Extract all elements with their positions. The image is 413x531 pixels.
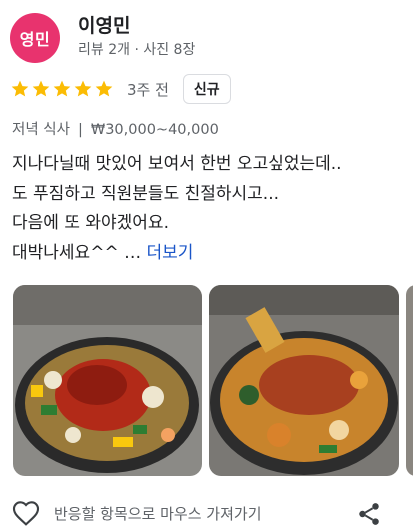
food-photo-icon bbox=[406, 285, 413, 476]
reviewer-meta: 리뷰 2개 · 사진 8장 bbox=[78, 42, 196, 58]
share-icon[interactable] bbox=[356, 501, 382, 527]
review-line: 대박나세요^^ … bbox=[12, 242, 147, 263]
review-actions: 반응할 항목으로 마우스 가져가기 bbox=[10, 496, 400, 530]
star-icon bbox=[32, 80, 50, 97]
meal-type: 저녁 식사 bbox=[12, 122, 70, 138]
review-line: 도 푸짐하고 직원분들도 친절하시고... bbox=[12, 183, 280, 204]
visit-details: 저녁 식사 | ₩30,000~40,000 bbox=[12, 118, 219, 139]
details-separator: | bbox=[77, 122, 83, 138]
star-rating bbox=[10, 79, 114, 99]
review-photo[interactable] bbox=[209, 285, 399, 476]
avatar-initials: 영민 bbox=[19, 30, 51, 49]
price-range: ₩30,000~40,000 bbox=[90, 122, 219, 138]
more-link[interactable]: 더보기 bbox=[147, 243, 194, 263]
review-photo[interactable] bbox=[13, 285, 202, 476]
food-photo-icon bbox=[13, 285, 202, 476]
review-line: 다음에 또 와야겠어요. bbox=[12, 213, 169, 233]
reaction-hint: 반응할 항목으로 마우스 가져가기 bbox=[54, 504, 262, 523]
heart-outline-icon[interactable] bbox=[10, 497, 42, 529]
food-photo-icon bbox=[209, 285, 399, 476]
review-photo[interactable] bbox=[406, 285, 413, 476]
star-icon bbox=[74, 80, 92, 97]
new-badge: 신규 bbox=[182, 74, 231, 104]
reviewer-name[interactable]: 이영민 bbox=[78, 11, 130, 38]
review-text: 지나다닐때 맛있어 보여서 한번 오고싶었는데.. 도 푸짐하고 직원분들도 친… bbox=[12, 150, 413, 268]
review-line: 지나다닐때 맛있어 보여서 한번 오고싶었는데.. bbox=[12, 154, 342, 174]
avatar[interactable]: 영민 bbox=[10, 13, 60, 63]
star-icon bbox=[95, 80, 113, 97]
review-time: 3주 전 bbox=[127, 80, 169, 99]
rating-row: 3주 전 신규 bbox=[10, 74, 231, 104]
star-icon bbox=[11, 80, 29, 97]
star-icon bbox=[53, 80, 71, 97]
